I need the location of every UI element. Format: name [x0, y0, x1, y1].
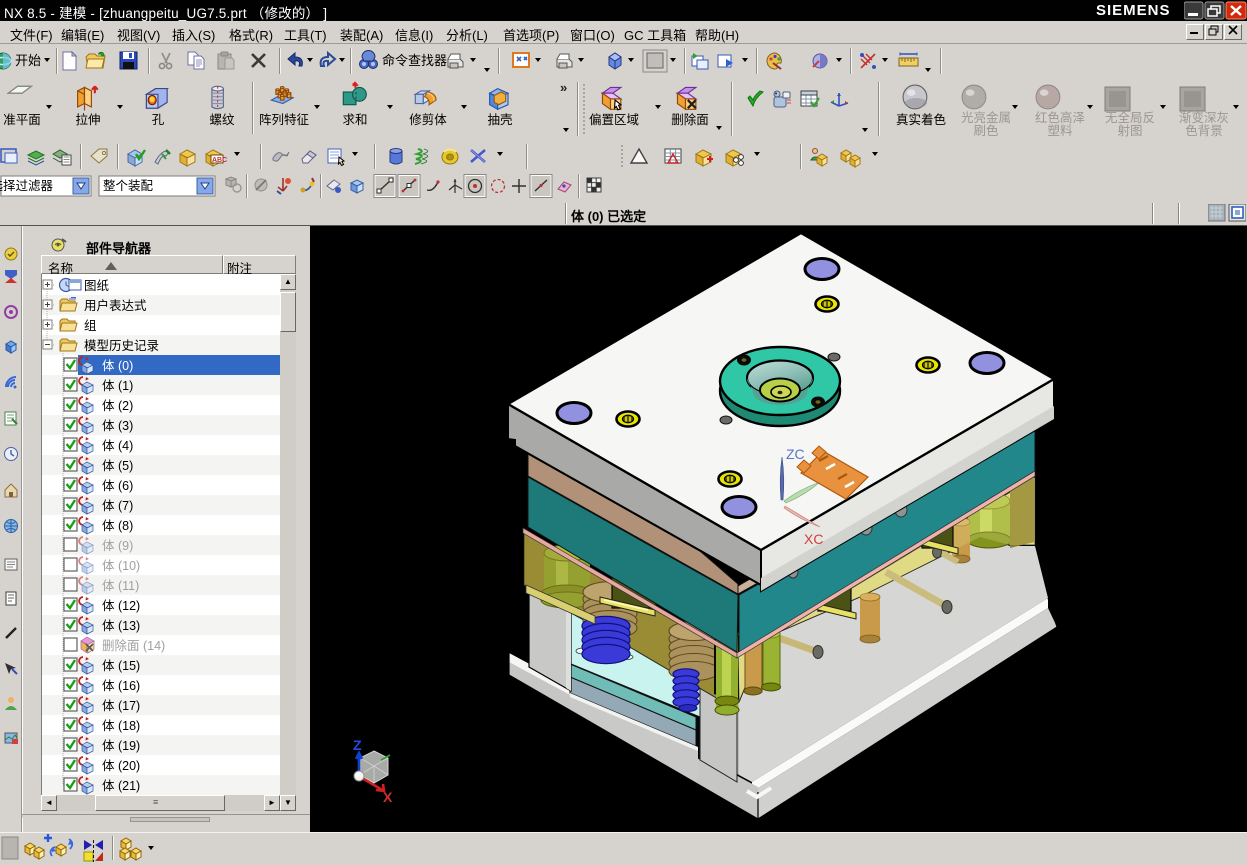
svg-text:Z: Z: [353, 737, 362, 753]
svg-text:XC: XC: [804, 531, 823, 547]
svg-text:X: X: [383, 789, 393, 805]
svg-text:ZC: ZC: [786, 446, 805, 462]
